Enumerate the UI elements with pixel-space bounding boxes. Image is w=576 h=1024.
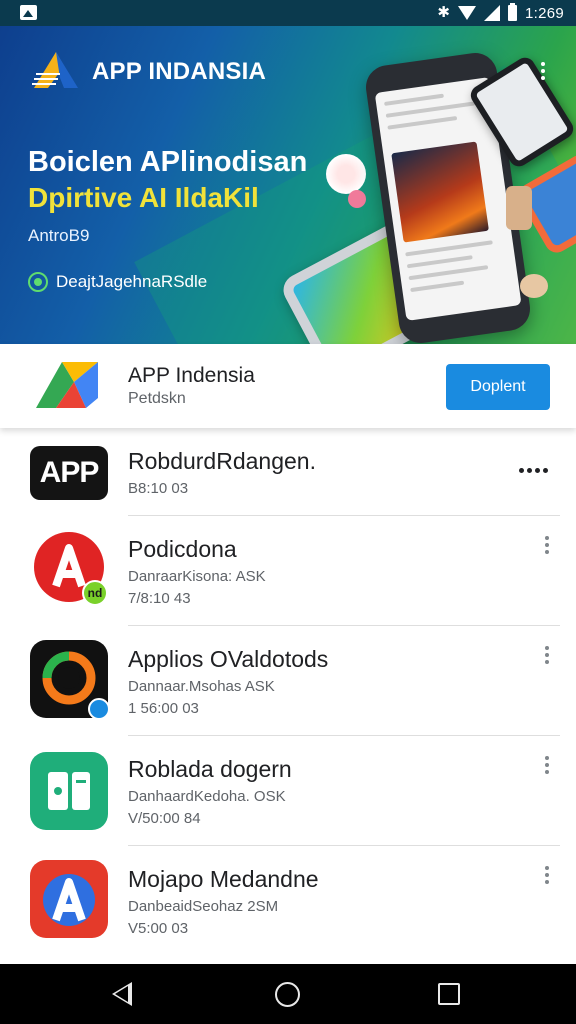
list-item-meta: V/50:00 84 bbox=[128, 810, 201, 827]
flower-decoration bbox=[326, 154, 366, 194]
app-text-icon: APP bbox=[30, 446, 108, 500]
verified-badge-icon bbox=[88, 698, 110, 720]
list-item-meta: 7/8:10 43 bbox=[128, 590, 191, 607]
gallery-notification-icon bbox=[20, 5, 37, 20]
list-item-meta: B8:10 03 bbox=[128, 480, 189, 497]
banner-cta-label: DeajtJagehnaRSdle bbox=[56, 272, 208, 291]
chat-circle-icon bbox=[30, 640, 110, 720]
list-item-title: Podicdona bbox=[128, 536, 237, 562]
list-item-title: Roblada dogern bbox=[128, 756, 292, 782]
more-options-icon[interactable] bbox=[544, 536, 550, 556]
more-options-icon[interactable] bbox=[519, 468, 548, 474]
list-item-title: Applios OValdotods bbox=[128, 646, 329, 672]
list-item[interactable]: Applios OValdotods Dannaar.Msohas ASK 1 … bbox=[0, 626, 576, 736]
list-item-meta: 1 56:00 03 bbox=[128, 700, 199, 717]
document-icon bbox=[30, 752, 108, 830]
featured-app-logo-icon bbox=[36, 362, 98, 408]
whatsapp-icon bbox=[28, 272, 48, 292]
letter-a-blue-icon bbox=[30, 860, 108, 938]
clock: 1:269 bbox=[524, 4, 564, 22]
install-button[interactable]: Doplent bbox=[446, 364, 550, 410]
banner-headline-secondary: Dpirtive AI IldaKil bbox=[28, 182, 259, 213]
featured-app[interactable]: APP Indensia Petdskn Doplent bbox=[0, 344, 576, 428]
back-icon[interactable] bbox=[112, 982, 132, 1006]
banner-cta[interactable]: DeajtJagehnaRSdle bbox=[28, 272, 207, 292]
list-item-subtitle: DanbeaidSeohaz 2SM bbox=[128, 898, 279, 915]
cup-decoration bbox=[506, 186, 532, 230]
more-options-icon[interactable] bbox=[544, 866, 550, 886]
list-item-subtitle: DanraarKisona: ASK bbox=[128, 568, 266, 585]
battery-icon bbox=[507, 3, 517, 21]
list-item[interactable]: nd Podicdona DanraarKisona: ASK 7/8:10 4… bbox=[0, 516, 576, 626]
list-item-meta: V5:00 03 bbox=[128, 920, 189, 937]
navigation-bar bbox=[0, 964, 576, 1024]
list-item-title: Mojapo Medandne bbox=[128, 866, 319, 892]
list-item-subtitle: DanhaardKedoha. OSK bbox=[128, 788, 286, 805]
flower-decoration-dot bbox=[348, 190, 366, 208]
featured-app-title: APP Indensia bbox=[128, 364, 255, 387]
status-icons: ✱ 1:269 bbox=[437, 3, 564, 23]
ball-decoration bbox=[520, 274, 548, 298]
banner-more-icon[interactable] bbox=[540, 62, 546, 84]
list-item[interactable]: APP RobdurdRdangen. B8:10 03 bbox=[0, 428, 576, 516]
signal-icon bbox=[483, 5, 500, 21]
featured-app-subtitle: Petdskn bbox=[128, 390, 186, 407]
list-item-subtitle: Dannaar.Msohas ASK bbox=[128, 678, 275, 695]
list-item-title: RobdurdRdangen. bbox=[128, 448, 316, 474]
more-options-icon[interactable] bbox=[544, 756, 550, 776]
brand-name: APP INDANSIA bbox=[92, 58, 266, 85]
banner-headline: Boiclen APlinodisan bbox=[28, 146, 308, 178]
letter-a-icon: nd bbox=[34, 532, 108, 606]
app-badge: nd bbox=[82, 580, 108, 606]
bluetooth-icon: ✱ bbox=[437, 4, 450, 21]
brand-logo-icon bbox=[32, 52, 78, 88]
list-item[interactable]: Roblada dogern DanhaardKedoha. OSK V/50:… bbox=[0, 736, 576, 846]
banner-subline: AntroB9 bbox=[28, 226, 90, 245]
wifi-icon bbox=[457, 6, 476, 20]
status-bar: ✱ 1:269 bbox=[0, 0, 576, 26]
list-item[interactable]: Mojapo Medandne DanbeaidSeohaz 2SM V5:00… bbox=[0, 846, 576, 956]
promo-banner[interactable]: APP INDANSIA Boiclen APlinodisan Dpirtiv… bbox=[0, 26, 576, 344]
recents-icon[interactable] bbox=[438, 983, 460, 1005]
home-icon[interactable] bbox=[275, 982, 300, 1007]
more-options-icon[interactable] bbox=[544, 646, 550, 666]
